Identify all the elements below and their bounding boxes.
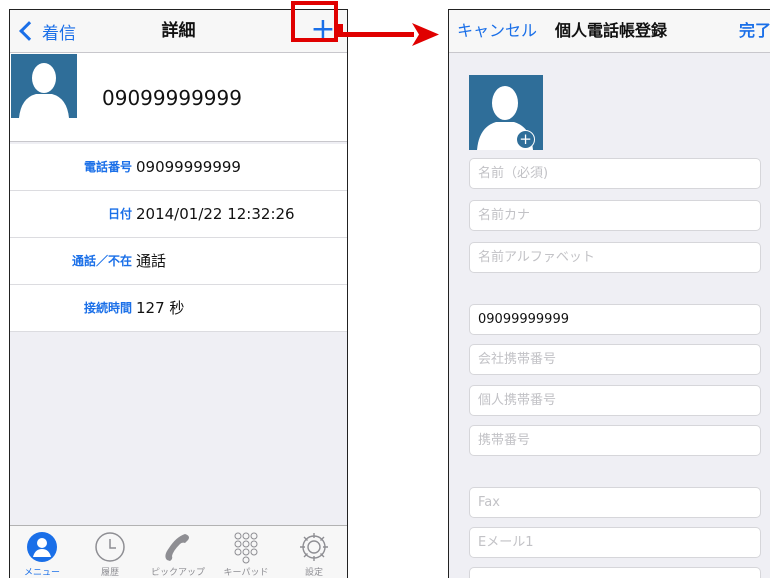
email1-field[interactable] [469, 527, 761, 558]
contact-number: 09099999999 [102, 86, 242, 110]
annotation-highlight-box [291, 1, 338, 42]
tab-label: ピックアップ [150, 568, 205, 578]
tab-settings[interactable]: 設定 [282, 530, 346, 578]
tab-pickup[interactable]: ピックアップ [146, 530, 210, 578]
person-circle-icon [27, 532, 57, 562]
name-field[interactable] [469, 158, 761, 189]
phone-number-field[interactable] [469, 304, 761, 335]
name-alphabet-field[interactable] [469, 242, 761, 273]
detail-row-phone: 電話番号 09099999999 [10, 144, 347, 191]
detail-label: 通話／不在 [71, 254, 132, 268]
handset-icon [165, 534, 189, 561]
detail-value: 127 秒 [136, 299, 185, 317]
detail-label: 電話番号 [83, 160, 132, 174]
page-title: 個人電話帳登録 [555, 21, 668, 40]
detail-label: 日付 [107, 207, 132, 221]
keypad-icon [234, 532, 258, 564]
personal-mobile-field[interactable] [469, 385, 761, 416]
tab-label: メニュー [23, 568, 60, 578]
avatar [11, 54, 77, 118]
fax-field[interactable] [469, 487, 761, 518]
gear-icon [300, 533, 328, 561]
call-detail-screen: 詳細 着信 + 09099999999 電話番号 09099999999 日付 … [9, 9, 348, 578]
email2-field[interactable] [469, 567, 761, 578]
contact-registration-screen: キャンセル 個人電話帳登録 完了 + [448, 9, 770, 578]
detail-value: 2014/01/22 12:32:26 [136, 205, 295, 223]
chevron-left-icon [19, 21, 39, 41]
back-button-label: 着信 [42, 23, 76, 44]
annotation-arrow-shaft [338, 32, 414, 37]
name-kana-field[interactable] [469, 200, 761, 231]
company-mobile-field[interactable] [469, 344, 761, 375]
done-button[interactable]: 完了 [739, 10, 770, 52]
contact-header: 09099999999 [10, 53, 347, 142]
tab-history[interactable]: 履歴 [78, 530, 142, 578]
detail-row-call-status: 通話／不在 通話 [10, 238, 347, 285]
add-photo-icon[interactable]: + [516, 130, 535, 149]
tab-label: キーパッド [223, 568, 269, 578]
tab-label: 設定 [304, 568, 323, 578]
tab-keypad[interactable]: キーパッド [214, 530, 278, 578]
person-silhouette-icon [19, 63, 69, 118]
detail-row-duration: 接続時間 127 秒 [10, 285, 347, 332]
back-button[interactable]: 着信 [16, 10, 76, 52]
detail-value: 通話 [136, 252, 167, 270]
detail-value: 09099999999 [136, 158, 241, 176]
call-detail-list: 電話番号 09099999999 日付 2014/01/22 12:32:26 … [10, 144, 347, 332]
clock-icon [95, 532, 125, 562]
detail-label: 接続時間 [83, 301, 132, 315]
cancel-button[interactable]: キャンセル [457, 10, 537, 52]
tab-menu[interactable]: メニュー [10, 530, 74, 578]
mobile-field[interactable] [469, 425, 761, 456]
arrow-right-icon [412, 23, 439, 46]
tab-label: 履歴 [100, 568, 119, 578]
tab-bar: メニュー 履歴 ピックアップ キーパッド 設定 [10, 525, 347, 578]
detail-row-date: 日付 2014/01/22 12:32:26 [10, 191, 347, 238]
navigation-bar: キャンセル 個人電話帳登録 完了 [449, 10, 770, 53]
